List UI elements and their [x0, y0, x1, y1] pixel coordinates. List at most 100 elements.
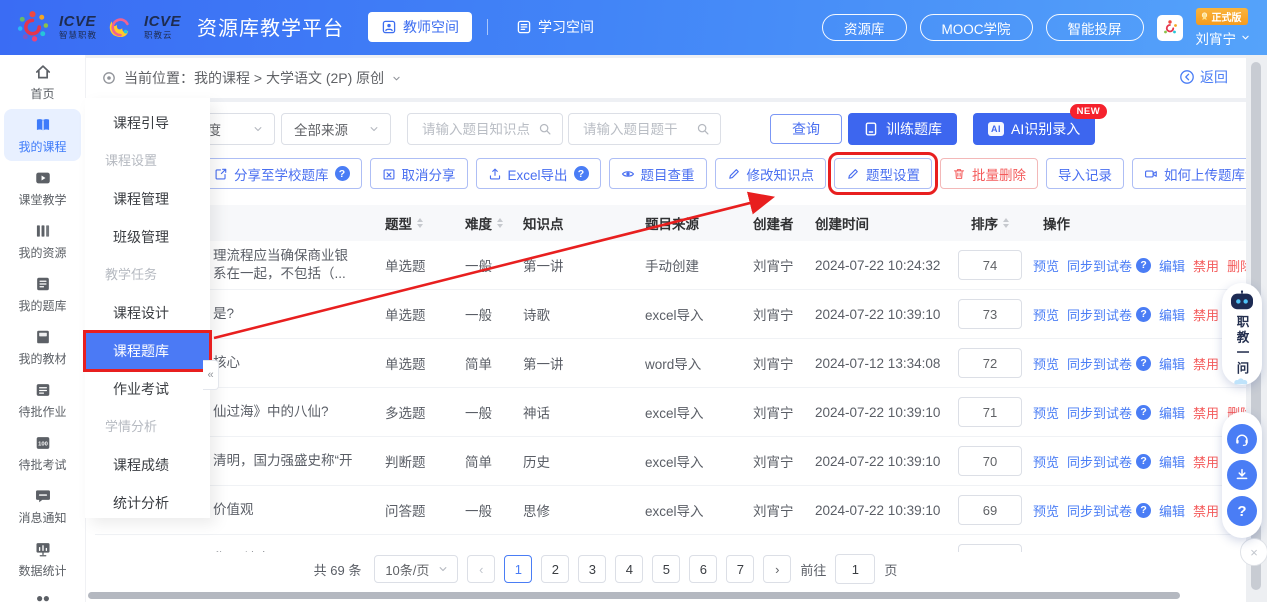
help-button[interactable]: ? [1227, 496, 1257, 526]
row-action-edit[interactable]: 编辑 [1159, 452, 1185, 471]
submenu-item-homework-exam[interactable]: 作业考试 [85, 370, 210, 408]
learning-space-button[interactable]: 学习空间 [503, 12, 607, 42]
page-button-1[interactable]: 1 [504, 555, 532, 583]
ai-entry-button[interactable]: AI AI识别录入 NEW [973, 113, 1095, 145]
sidebar-item-my-question-bank[interactable]: 我的题库 [4, 268, 81, 320]
excel-export-button[interactable]: Excel导出? [476, 158, 601, 189]
sidebar-item-my-courses[interactable]: 我的课程 [4, 109, 81, 161]
nav-pill-resource-library[interactable]: 资源库 [822, 14, 907, 41]
submenu-item-course-management[interactable]: 课程管理 [85, 180, 210, 218]
row-action-preview[interactable]: 预览 [1033, 550, 1059, 553]
submenu-item-class-management[interactable]: 班级管理 [85, 218, 210, 256]
course-switch-caret-icon[interactable] [391, 73, 402, 84]
row-action-edit[interactable]: 编辑 [1159, 256, 1185, 275]
page-button-2[interactable]: 2 [541, 555, 569, 583]
submenu-item-course-question-bank[interactable]: 课程题库 [85, 332, 210, 370]
submenu-item-course-guide[interactable]: 课程引导 [85, 104, 210, 142]
download-button[interactable] [1227, 460, 1257, 490]
row-action-sync-to-paper[interactable]: 同步到试卷 [1067, 403, 1132, 422]
how-to-upload-button[interactable]: 如何上传题库? [1132, 158, 1246, 189]
duplicate-check-button[interactable]: 题目查重 [609, 158, 707, 189]
question-type-setting-button[interactable]: 题型设置 [834, 158, 932, 189]
row-action-edit[interactable]: 编辑 [1159, 501, 1185, 520]
knowledge-input[interactable] [420, 121, 538, 138]
query-button[interactable]: 查询 [770, 114, 842, 144]
back-button[interactable]: 返回 [1173, 66, 1234, 88]
goto-page-input[interactable] [835, 554, 875, 584]
row-action-sync-to-paper[interactable]: 同步到试卷 [1067, 452, 1132, 471]
row-action-preview[interactable]: 预览 [1033, 256, 1059, 275]
app-launcher-icon[interactable] [1157, 15, 1183, 41]
sort-order-input[interactable] [958, 250, 1022, 280]
submenu-item-statistical-analysis[interactable]: 统计分析 [85, 484, 210, 522]
help-icon[interactable]: ? [1136, 405, 1151, 420]
sort-order-input[interactable] [958, 348, 1022, 378]
next-page-button[interactable]: › [763, 555, 791, 583]
customer-service-button[interactable] [1227, 424, 1257, 454]
row-action-sync-to-paper[interactable]: 同步到试卷 [1067, 256, 1132, 275]
batch-delete-button[interactable]: 批量删除 [940, 158, 1038, 189]
ai-assistant-widget[interactable]: 职教一问 [1222, 283, 1262, 385]
training-bank-button[interactable]: 训练题库 [848, 113, 957, 145]
page-button-5[interactable]: 5 [652, 555, 680, 583]
page-button-7[interactable]: 7 [726, 555, 754, 583]
help-icon[interactable]: ? [1136, 454, 1151, 469]
sort-order-input[interactable] [958, 495, 1022, 525]
help-icon[interactable]: ? [1136, 552, 1151, 553]
help-icon[interactable]: ? [1136, 356, 1151, 371]
cancel-share-button[interactable]: 取消分享 [370, 158, 468, 189]
share-to-school-bank-button[interactable]: 分享至学校题库? [202, 158, 362, 189]
row-action-disable[interactable]: 禁用 [1193, 256, 1219, 275]
row-action-disable[interactable]: 禁用 [1193, 452, 1219, 471]
sort-carets-icon[interactable] [1003, 218, 1009, 228]
row-action-preview[interactable]: 预览 [1033, 305, 1059, 324]
submenu-item-course-design[interactable]: 课程设计 [85, 294, 210, 332]
column-header-sort[interactable]: 排序 [947, 213, 1033, 233]
source-select[interactable]: 全部来源 [281, 113, 391, 145]
row-action-disable[interactable]: 禁用 [1193, 501, 1219, 520]
prev-page-button[interactable]: ‹ [467, 555, 495, 583]
help-icon[interactable]: ? [1136, 307, 1151, 322]
nav-pill-smart-screen-cast[interactable]: 智能投屏 [1046, 14, 1144, 41]
modify-knowledge-point-button[interactable]: 修改知识点 [715, 158, 827, 189]
nav-pill-mooc-academy[interactable]: MOOC学院 [920, 14, 1033, 41]
help-icon[interactable]: ? [1136, 258, 1151, 273]
row-action-preview[interactable]: 预览 [1033, 501, 1059, 520]
sort-order-input[interactable] [958, 299, 1022, 329]
row-action-disable[interactable]: 禁用 [1193, 550, 1219, 553]
page-button-6[interactable]: 6 [689, 555, 717, 583]
teacher-space-button[interactable]: 教师空间 [368, 12, 472, 42]
page-button-4[interactable]: 4 [615, 555, 643, 583]
sort-carets-icon[interactable] [497, 218, 503, 228]
column-header-difficulty[interactable]: 难度 [455, 213, 513, 233]
page-size-select[interactable]: 10条/页 [374, 555, 458, 583]
row-action-sync-to-paper[interactable]: 同步到试卷 [1067, 550, 1132, 553]
import-record-button[interactable]: 导入记录 [1046, 158, 1124, 189]
sidebar-item-classroom-teaching[interactable]: 课堂教学 [4, 162, 81, 214]
stem-input[interactable] [581, 121, 696, 138]
row-action-sync-to-paper[interactable]: 同步到试卷 [1067, 354, 1132, 373]
row-action-disable[interactable]: 禁用 [1193, 305, 1219, 324]
collapse-menu-button[interactable]: « [203, 360, 219, 390]
row-action-preview[interactable]: 预览 [1033, 403, 1059, 422]
row-action-disable[interactable]: 禁用 [1193, 403, 1219, 422]
submenu-item-course-grades[interactable]: 课程成绩 [85, 446, 210, 484]
row-action-sync-to-paper[interactable]: 同步到试卷 [1067, 501, 1132, 520]
row-action-edit[interactable]: 编辑 [1159, 403, 1185, 422]
search-icon[interactable] [696, 122, 710, 136]
sidebar-item-third-party-apps[interactable]: 第三方应用 [4, 586, 81, 602]
help-icon[interactable]: ? [1136, 503, 1151, 518]
sort-order-input[interactable] [958, 544, 1022, 552]
horizontal-scrollbar[interactable] [88, 592, 1180, 599]
close-float-button[interactable]: × [1240, 538, 1267, 566]
sort-carets-icon[interactable] [417, 218, 423, 228]
row-action-delete[interactable]: 删除 [1227, 256, 1246, 275]
sort-order-input[interactable] [958, 397, 1022, 427]
row-action-preview[interactable]: 预览 [1033, 354, 1059, 373]
row-action-edit[interactable]: 编辑 [1159, 305, 1185, 324]
sidebar-item-pending-exams[interactable]: 100待批考试 [4, 427, 81, 479]
row-action-edit[interactable]: 编辑 [1159, 354, 1185, 373]
row-action-disable[interactable]: 禁用 [1193, 354, 1219, 373]
sidebar-item-home[interactable]: 首页 [4, 56, 81, 108]
row-action-sync-to-paper[interactable]: 同步到试卷 [1067, 305, 1132, 324]
